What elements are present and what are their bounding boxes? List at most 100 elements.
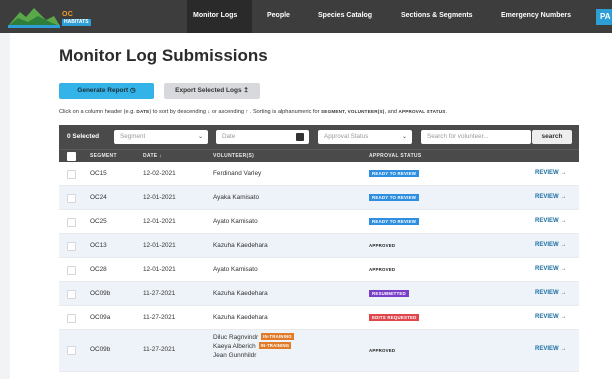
review-link[interactable]: REVIEW → [535,314,566,320]
date-cell: 12-01-2021 [143,242,176,249]
approval-status-select[interactable]: Approval Status ⌄ [318,130,412,144]
column-segment[interactable]: SEGMENT [90,153,117,159]
help-text-date: DATE [136,109,150,114]
table-row: OC09a11-26-2021Yoimiya NaganoharaAPPROVE… [59,372,579,379]
volunteer-name: Ferdinand Varley [213,170,262,177]
row-checkbox[interactable] [67,314,76,323]
nav-species-catalog[interactable]: Species Catalog [318,12,372,19]
logo-subtext: HABITATS [62,19,91,26]
column-date[interactable]: DATE ↓ [143,153,162,159]
segment-cell: OC13 [90,242,107,249]
help-text-segment-volunteer: SEGMENT, VOLUNTEER(S) [321,109,385,114]
generate-report-button[interactable]: Generate Report ◷ [59,83,154,99]
nav-monitor-logs[interactable]: Monitor Logs [193,12,237,19]
segment-select[interactable]: Segment ⌄ [114,130,208,144]
export-logs-label: Export Selected Logs [175,87,242,94]
selected-count: 0 Selected [67,133,100,140]
table-row: OC15 12-02-2021 Ferdinand Varley READY TO R… [59,162,579,186]
oc-habitats-logo[interactable]: OC HABITATS [8,4,92,30]
review-link[interactable]: REVIEW → [535,346,566,352]
volunteer-name: Ayato Kamisato [213,266,258,273]
segment-cell: OC09b [90,346,111,353]
table-row: OC28 12-01-2021 Ayato Kamisato APPROVED REVI… [59,258,579,282]
sort-down-icon: ↓ [159,153,162,159]
column-approval-status[interactable]: APPROVAL STATUS [369,153,421,159]
date-cell: 11-27-2021 [143,346,176,353]
volunteer-search-input[interactable]: Search for volunteer... [421,130,531,144]
in-training-badge: IN-TRAINING [258,342,292,349]
segment-cell: OC09b [90,290,111,297]
nav-people[interactable]: People [267,12,290,19]
date-cell: 12-01-2021 [143,194,176,201]
help-text-1: Click on a column header (e.g. [59,109,137,115]
volunteer-name: Kaeya Alberich IN-TRAINING [213,342,294,351]
help-text-2: ) to sort by descending [149,109,208,115]
help-text-4: . Sorting is alphanumeric for [248,109,322,115]
status-badge: APPROVED [369,267,396,272]
review-link[interactable]: REVIEW → [535,290,566,296]
calendar-icon[interactable] [296,133,304,141]
table-body: OC15 12-02-2021 Ferdinand Varley READY TO R… [59,162,579,379]
table-row: OC24 12-01-2021 Ayaka Kamisato READY TO REV… [59,186,579,210]
user-avatar[interactable]: PA [596,9,612,25]
row-checkbox[interactable] [67,346,76,355]
table-header: SEGMENT DATE ↓ VOLUNTEER(S) APPROVAL STA… [59,149,579,162]
status-badge: READY TO REVIEW [369,170,420,177]
review-link[interactable]: REVIEW → [535,194,566,200]
table-row: OC09b 11-27-2021 Diluc Ragnvindr IN-TRAININ… [59,330,579,372]
volunteer-name: Kazuha Kaedehara [213,242,268,249]
status-badge: APPROVED [369,348,396,353]
approval-placeholder: Approval Status [324,133,369,140]
volunteer-name: Jean Gunnhildr [213,351,294,360]
row-checkbox[interactable] [67,266,76,275]
segment-placeholder: Segment [120,133,146,140]
review-link[interactable]: REVIEW → [535,170,566,176]
page-title: Monitor Log Submissions [59,46,268,65]
row-checkbox[interactable] [67,290,76,299]
volunteer-name-text: Jean Gunnhildr [213,352,257,359]
in-training-badge: IN-TRAINING [261,333,294,340]
row-checkbox[interactable] [67,170,76,179]
table-row: OC25 12-01-2021 Ayato Kamisato READY TO REV… [59,210,579,234]
row-checkbox[interactable] [67,242,76,251]
table-row: OC09b 11-27-2021 Kazuha Kaedehara RESUBMITT… [59,282,579,306]
volunteer-search-placeholder: Search for volunteer... [427,133,489,140]
segment-cell: OC24 [90,194,107,201]
filter-toolbar: 0 Selected Segment ⌄ Date Approval Statu… [59,125,579,149]
volunteer-name: Diluc Ragnvindr IN-TRAINING [213,333,294,342]
date-placeholder: Date [222,133,236,140]
status-badge: READY TO REVIEW [369,218,420,225]
column-volunteers[interactable]: VOLUNTEER(S) [213,153,254,159]
select-all-checkbox[interactable] [67,152,76,161]
review-link[interactable]: REVIEW → [535,266,566,272]
segment-cell: OC15 [90,170,107,177]
row-checkbox[interactable] [67,194,76,203]
mountain-logo-icon [8,8,60,28]
upload-icon: ↥ [243,87,249,94]
date-cell: 11-27-2021 [143,314,176,321]
status-badge: EDITS REQUESTED [369,314,420,321]
volunteer-name: Ayaka Kamisato [213,194,260,201]
volunteers-cell: Diluc Ragnvindr IN-TRAINING Kaeya Alberich… [213,333,294,360]
help-text-6: . [445,109,448,115]
logs-table: 0 Selected Segment ⌄ Date Approval Statu… [59,125,579,379]
sort-help-text: Click on a column header (e.g. DATE) to … [59,109,447,115]
nav-emergency-numbers[interactable]: Emergency Numbers [501,12,571,19]
app-frame: OC HABITATS Monitor Logs People Species … [0,0,612,379]
status-badge: APPROVED [369,243,396,248]
status-badge: READY TO REVIEW [369,194,420,201]
volunteer-name: Kazuha Kaedehara [213,290,268,297]
logo-text: OC [62,11,74,18]
help-text-5: , and [384,109,399,115]
table-row: OC09a 11-27-2021 Kazuha Kaedehara EDITS REQ… [59,306,579,330]
date-field[interactable]: Date [216,130,309,144]
search-button[interactable]: search [532,130,572,144]
nav-sections-segments[interactable]: Sections & Segments [401,12,473,19]
export-selected-logs-button[interactable]: Export Selected Logs ↥ [164,83,260,99]
volunteer-name-text: Kaeya Alberich [213,343,256,350]
review-link[interactable]: REVIEW → [535,242,566,248]
row-checkbox[interactable] [67,218,76,227]
help-text-3: or ascending [210,109,246,115]
review-link[interactable]: REVIEW → [535,218,566,224]
volunteer-name-text: Diluc Ragnvindr [213,334,259,341]
